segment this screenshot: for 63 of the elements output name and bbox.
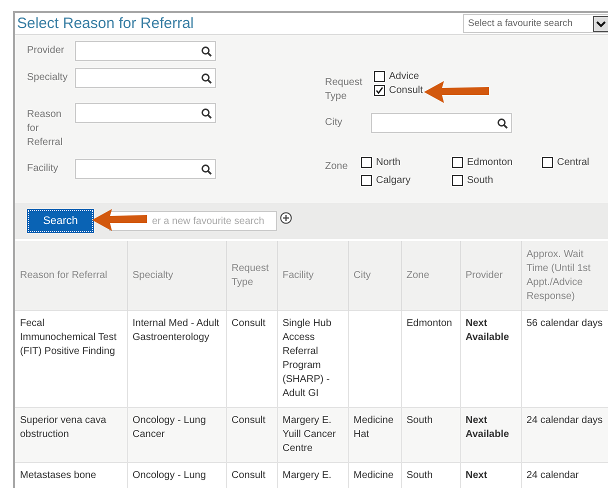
- search-field[interactable]: [75, 41, 216, 61]
- field-label: Zone: [325, 160, 349, 174]
- search-icon[interactable]: [201, 46, 212, 56]
- search-field[interactable]: [371, 113, 512, 133]
- annotation-arrow: [92, 208, 148, 232]
- column-header: Provider: [460, 241, 521, 310]
- table-cell: 56 calendar days: [526, 318, 603, 329]
- table-cell: Oncology - Lung: [132, 470, 206, 481]
- checkbox-option[interactable]: Calgary: [361, 175, 452, 186]
- table-cell: Next Available: [466, 318, 510, 343]
- check-icon: [375, 86, 384, 95]
- table-cell: Consult: [232, 318, 266, 329]
- table-cell: Next: [466, 470, 488, 481]
- table-cell: Medicine Hat: [354, 415, 394, 440]
- search-button[interactable]: Search: [28, 210, 93, 232]
- favourite-name-field[interactable]: er a new favourite search: [109, 211, 277, 231]
- column-header: Request Type: [226, 241, 277, 310]
- field-label: City: [325, 116, 344, 130]
- field-label: Facility: [27, 162, 60, 176]
- column-header: Specialty: [127, 241, 226, 310]
- table-cell: South: [406, 470, 433, 481]
- search-icon[interactable]: [201, 108, 212, 118]
- column-header: City: [348, 241, 401, 310]
- add-icon[interactable]: [280, 212, 292, 224]
- table-cell: Internal Med - Adult Gastroenterology: [132, 318, 220, 343]
- field-label: Provider: [27, 44, 66, 58]
- table-cell: Margery E.: [282, 470, 332, 481]
- table-cell: Superior vena cava obstruction: [20, 415, 106, 440]
- search-field[interactable]: [75, 159, 216, 179]
- table-cell: Medicine: [354, 470, 394, 481]
- table-cell: South: [406, 415, 433, 426]
- field-label: Specialty: [27, 71, 69, 85]
- table-cell: Oncology - Lung Cancer: [132, 415, 206, 440]
- column-header: Reason for Referral: [15, 241, 127, 310]
- field-label: Request Type: [325, 76, 364, 104]
- search-icon[interactable]: [201, 72, 212, 84]
- window-title: Select Reason for Referral: [17, 15, 194, 32]
- table-cell: Edmonton: [406, 318, 452, 329]
- search-icon[interactable]: [497, 118, 508, 128]
- table-cell: Next Available: [466, 415, 510, 440]
- table-cell: 24 calendar: [526, 470, 579, 481]
- table-cell: Single Hub Access Referral Program (SHARP) - Adult GI: [282, 318, 332, 399]
- search-field[interactable]: [75, 68, 216, 88]
- column-header: Zone: [401, 241, 460, 310]
- table-cell: 24 calendar days: [526, 415, 603, 426]
- table-cell: Fecal Immunochemical Test (FIT) Positive Finding: [20, 318, 117, 357]
- search-field[interactable]: [75, 103, 216, 123]
- table-cell: Margery E. Yuill Cancer Centre: [282, 415, 336, 454]
- column-header: Approx. Wait Time (Until 1st Appt./Advice Response): [521, 241, 608, 310]
- column-header: Facility: [277, 241, 348, 310]
- field-label: Reason for Referral: [27, 108, 64, 150]
- favourite-search-select[interactable]: Select a favourite search: [463, 14, 608, 33]
- checkbox-option[interactable]: Central: [542, 157, 602, 168]
- checkbox-option[interactable]: Edmonton: [452, 157, 542, 168]
- checkbox-option[interactable]: North: [361, 157, 452, 168]
- checkbox-option[interactable]: Consult: [374, 85, 423, 96]
- table-cell: Consult: [232, 415, 266, 426]
- search-icon[interactable]: [201, 164, 212, 174]
- table-cell: Metastases bone: [20, 470, 96, 481]
- checkbox-option[interactable]: South: [452, 175, 542, 186]
- checkbox-option[interactable]: Advice: [374, 71, 423, 82]
- annotation-arrow: [424, 80, 490, 104]
- table-cell: Consult: [232, 470, 266, 481]
